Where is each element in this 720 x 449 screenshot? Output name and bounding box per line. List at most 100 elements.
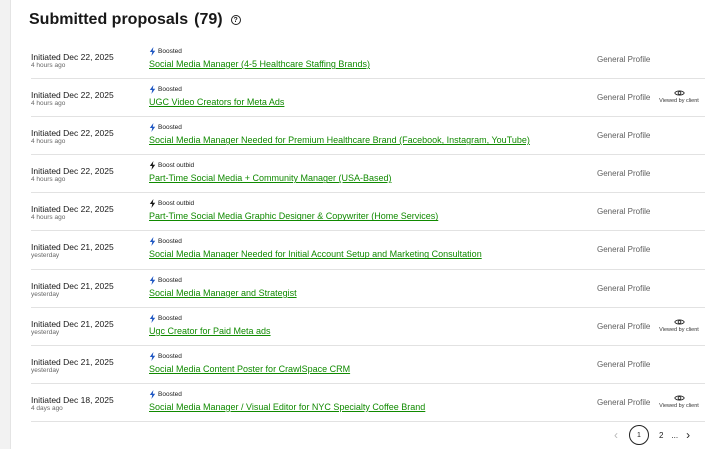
boost-badge-label: Boosted [158, 276, 182, 284]
initiated-date: Initiated Dec 21, 2025 [31, 242, 114, 253]
bolt-icon [149, 199, 156, 209]
job-title-link[interactable]: Social Media Manager Needed for Premium … [149, 134, 594, 147]
proposal-row: Initiated Dec 22, 2025 4 hours ago Boosted… [31, 79, 705, 118]
boost-badge: Boosted [149, 313, 594, 323]
help-icon[interactable]: ? [230, 15, 241, 25]
boost-badge: Boost outbid [149, 199, 594, 209]
proposal-date-column: Initiated Dec 22, 2025 4 hours ago [31, 52, 146, 70]
job-title-link[interactable]: Social Media Manager Needed for Initial … [149, 248, 594, 261]
job-title-link[interactable]: Social Media Manager / Visual Editor for… [149, 401, 594, 414]
proposal-date-column: Initiated Dec 22, 2025 4 hours ago [31, 128, 146, 146]
proposal-count: (79) [194, 11, 223, 28]
proposal-row: Initiated Dec 21, 2025 yesterday Boosted Ug… [31, 308, 705, 346]
boost-badge-label: Boosted [158, 48, 182, 55]
boost-badge-label: Boosted [158, 238, 182, 246]
relative-time: yesterday [31, 366, 60, 374]
boost-badge-label: Boosted [158, 390, 182, 398]
relative-time: 4 hours ago [31, 176, 66, 184]
profile-label: General Profile [597, 55, 651, 64]
relative-time: 4 hours ago [31, 214, 66, 222]
bolt-icon [149, 123, 156, 133]
profile-label: General Profile [597, 131, 651, 141]
boost-badge-label: Boost outbid [158, 200, 195, 208]
bolt-icon [149, 313, 156, 323]
proposal-row: Initiated Dec 22, 2025 4 hours ago Boost o… [31, 155, 705, 194]
boost-badge-label: Boosted [158, 314, 182, 322]
proposal-main-column: Boosted Social Media Manager Needed for P… [149, 123, 594, 147]
relative-time: 4 hours ago [31, 138, 66, 146]
profile-label: General Profile [597, 283, 651, 293]
relative-time: 4 hours ago [31, 100, 66, 108]
boost-badge: Boost outbid [149, 161, 594, 171]
viewed-by-client-indicator: Viewed by client [653, 89, 705, 104]
proposal-main-column: Boost outbid Part-Time Social Media + Com… [149, 161, 594, 185]
bolt-icon [149, 85, 156, 95]
proposal-row: Initiated Dec 18, 2025 4 days ago Boosted S… [31, 384, 705, 422]
job-title-link[interactable]: Social Media Content Poster for CrawlSpa… [149, 363, 594, 376]
page-1-button[interactable]: 1 [629, 425, 649, 445]
profile-label: General Profile [597, 169, 651, 179]
bolt-icon [149, 47, 156, 56]
relative-time: yesterday [31, 328, 60, 336]
pagination: ‹ 1 2 ... › [609, 425, 690, 445]
proposal-row: Initiated Dec 22, 2025 4 hours ago Boost o… [31, 193, 705, 232]
proposal-date-column: Initiated Dec 21, 2025 yesterday [31, 319, 146, 337]
profile-label: General Profile [597, 245, 651, 255]
prev-page-button[interactable]: ‹ [609, 428, 623, 442]
initiated-date: Initiated Dec 21, 2025 [31, 280, 114, 291]
proposal-main-column: Boost outbid Part-Time Social Media Graph… [149, 199, 594, 223]
relative-time: 4 days ago [31, 404, 63, 412]
proposal-date-column: Initiated Dec 22, 2025 4 hours ago [31, 166, 146, 184]
viewed-by-client-indicator: Viewed by client [653, 318, 705, 333]
page-2-button[interactable]: 2 [659, 431, 663, 440]
viewed-by-client-indicator: Viewed by client [653, 394, 705, 409]
job-title-link[interactable]: Ugc Creator for Paid Meta ads [149, 325, 594, 338]
viewed-by-client-label: Viewed by client [659, 98, 699, 105]
profile-label: General Profile [597, 321, 651, 331]
relative-time: yesterday [31, 290, 60, 298]
job-title-link[interactable]: Part-Time Social Media + Community Manag… [149, 172, 594, 185]
proposal-row: Initiated Dec 22, 2025 4 hours ago Boosted… [31, 41, 705, 80]
proposal-date-column: Initiated Dec 21, 2025 yesterday [31, 242, 146, 260]
job-title-link[interactable]: Social Media Manager and Strategist [149, 287, 594, 300]
viewed-by-client-label: Viewed by client [659, 326, 699, 333]
job-title-link[interactable]: Social Media Manager (4-5 Healthcare Sta… [149, 58, 594, 71]
proposal-row: Initiated Dec 21, 2025 yesterday Boosted So… [31, 346, 705, 384]
boost-badge-label: Boost outbid [158, 162, 195, 170]
relative-time: yesterday [31, 252, 60, 260]
proposal-row: Initiated Dec 21, 2025 yesterday Boosted So… [31, 270, 705, 308]
proposal-main-column: Boosted Ugc Creator for Paid Meta ads [149, 313, 594, 338]
section-title: Submitted proposals [29, 11, 189, 28]
bolt-icon [149, 161, 156, 171]
job-title-link[interactable]: UGC Video Creators for Meta Ads [149, 96, 594, 109]
initiated-date: Initiated Dec 22, 2025 [31, 90, 114, 101]
initiated-date: Initiated Dec 21, 2025 [31, 356, 114, 367]
boost-badge: Boosted [149, 351, 594, 361]
next-page-button[interactable]: › [686, 428, 690, 442]
initiated-date: Initiated Dec 21, 2025 [31, 318, 114, 329]
boost-badge: Boosted [149, 237, 594, 247]
initiated-date: Initiated Dec 18, 2025 [31, 394, 114, 405]
proposal-main-column: Boosted Social Media Manager Needed for I… [149, 237, 594, 261]
initiated-date: Initiated Dec 22, 2025 [31, 166, 114, 177]
initiated-date: Initiated Dec 22, 2025 [31, 52, 114, 62]
boost-badge: Boosted [149, 389, 594, 399]
initiated-date: Initiated Dec 22, 2025 [31, 128, 114, 139]
bolt-icon [149, 275, 156, 285]
proposal-date-column: Initiated Dec 22, 2025 4 hours ago [31, 204, 146, 222]
proposal-main-column: Boosted Social Media Manager / Visual Edi… [149, 389, 594, 414]
eye-icon [673, 90, 685, 96]
profile-label: General Profile [597, 397, 651, 407]
boost-badge-label: Boosted [158, 352, 182, 360]
eye-icon [673, 395, 685, 401]
job-title-link[interactable]: Part-Time Social Media Graphic Designer … [149, 210, 594, 223]
boost-badge: Boosted [149, 85, 594, 95]
proposal-main-column: Boosted UGC Video Creators for Meta Ads [149, 85, 594, 109]
proposal-date-column: Initiated Dec 22, 2025 4 hours ago [31, 90, 146, 108]
eye-icon [673, 319, 685, 325]
viewed-by-client-label: Viewed by client [659, 402, 699, 409]
proposal-date-column: Initiated Dec 21, 2025 yesterday [31, 281, 146, 299]
boost-badge: Boosted [149, 275, 594, 285]
proposal-list: Initiated Dec 22, 2025 4 hours ago Boosted… [31, 41, 705, 422]
boost-badge: Boosted [149, 47, 594, 56]
